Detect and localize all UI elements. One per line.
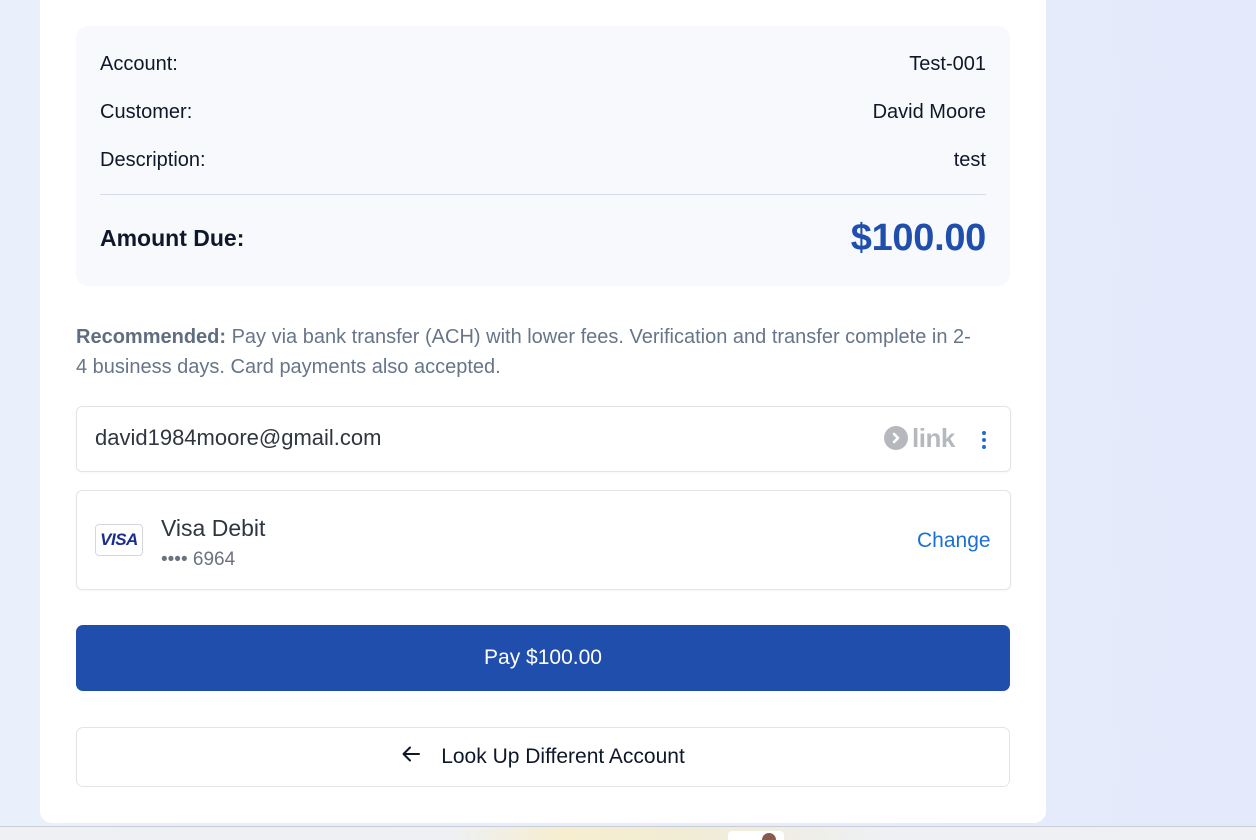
account-label: Account:: [100, 52, 178, 75]
link-arrow-icon: [884, 426, 908, 450]
amount-due-row: Amount Due: $100.00: [100, 215, 986, 261]
saved-payment-method: VISA Visa Debit •••• 6964 Change: [76, 490, 1011, 590]
link-email-field[interactable]: david1984moore@gmail.com link: [76, 406, 1011, 472]
recommendation-label: Recommended:: [76, 326, 227, 348]
more-vertical-icon[interactable]: [974, 428, 994, 452]
description-label: Description:: [100, 148, 206, 171]
back-button-label: Look Up Different Account: [441, 745, 685, 768]
taskbar: [0, 826, 1256, 840]
customer-row: Customer: David Moore: [100, 98, 986, 126]
card-last4: •••• 6964: [161, 549, 236, 570]
account-value: Test-001: [909, 52, 986, 75]
summary-divider: [100, 194, 986, 195]
visa-logo-text: VISA: [100, 530, 138, 549]
change-payment-method-link[interactable]: Change: [917, 529, 991, 553]
description-value: test: [953, 148, 986, 171]
visa-logo-icon: VISA: [95, 524, 143, 556]
link-logo-text: link: [912, 423, 955, 453]
pay-button[interactable]: Pay $100.00: [76, 625, 1010, 691]
account-row: Account: Test-001: [100, 50, 986, 78]
taskbar-avatar-icon: [762, 833, 776, 840]
arrow-left-icon: [401, 745, 421, 769]
amount-due-label: Amount Due:: [100, 224, 245, 251]
customer-label: Customer:: [100, 100, 193, 123]
amount-due-value: $100.00: [850, 216, 987, 259]
customer-value: David Moore: [872, 100, 986, 123]
description-row: Description: test: [100, 146, 986, 174]
link-email: david1984moore@gmail.com: [95, 425, 382, 450]
look-up-different-account-button[interactable]: Look Up Different Account: [76, 727, 1010, 787]
card-name: Visa Debit: [161, 515, 266, 541]
link-logo: link: [884, 425, 955, 451]
payment-recommendation: Recommended: Pay via bank transfer (ACH)…: [76, 322, 976, 382]
